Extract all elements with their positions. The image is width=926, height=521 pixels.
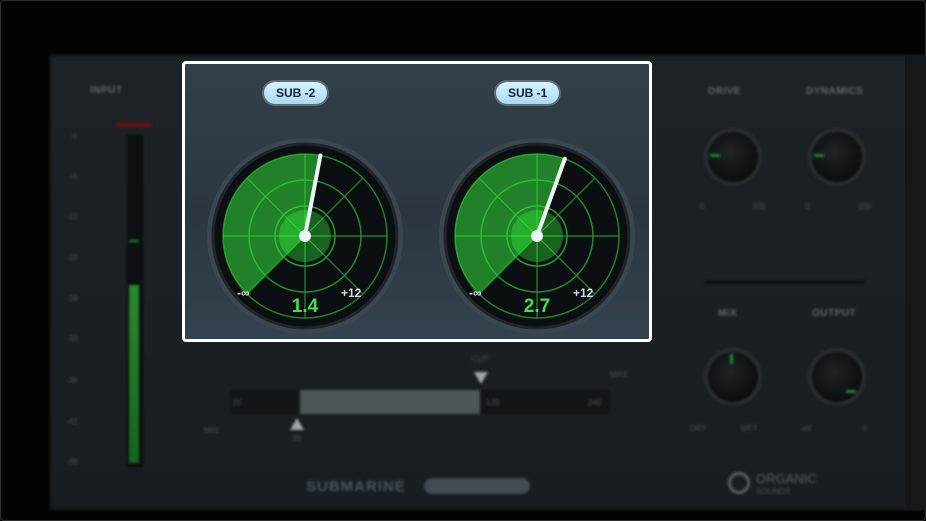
input-scale-tick: -48 (66, 457, 78, 466)
brand-logo-icon (728, 472, 750, 494)
sub-2-value: 1.4 (291, 296, 319, 317)
sub-1-value: 2.7 (523, 296, 551, 317)
sub-2-min-label: -∞ (237, 286, 250, 300)
dynamics-label: DYNAMICS (806, 86, 864, 97)
low-marker-label: 30 (292, 434, 301, 443)
cutoff-handle-icon[interactable] (474, 372, 488, 384)
input-scale-tick: -36 (66, 376, 78, 385)
mix-knob[interactable] (708, 352, 758, 402)
sub-1-tag: SUB -1 (496, 82, 560, 104)
input-meter-fill (129, 285, 139, 463)
input-label: INPUT (90, 85, 123, 96)
product-name: SUBMARINE (306, 478, 406, 495)
slider-label: 120 (486, 398, 500, 407)
input-scale-tick: -18 (66, 253, 78, 262)
mix-label: MIX (718, 308, 738, 319)
input-scale-tick: -42 (66, 417, 78, 426)
right-edge-panel (905, 55, 926, 510)
input-scale-tick: -12 (66, 212, 78, 221)
section-divider (705, 280, 865, 284)
output-label: OUTPUT (812, 308, 857, 319)
slider-label: 80 (430, 398, 439, 407)
drive-label: DRIVE (708, 86, 742, 97)
mix-min: DRY (690, 424, 707, 433)
slider-min-label: MIN (204, 426, 219, 435)
dynamics-knob[interactable] (812, 132, 862, 182)
input-peak-indicator (116, 122, 152, 127)
input-scale-tick: -24 (66, 294, 78, 303)
drive-min: 0 (700, 202, 705, 211)
output-knob[interactable] (812, 352, 862, 402)
submarine-logo-icon (424, 478, 530, 494)
dynamics-max: 100 (858, 202, 872, 211)
low-handle-icon[interactable] (290, 418, 304, 430)
drive-max: 100 (752, 202, 766, 211)
drive-knob[interactable] (708, 132, 758, 182)
dynamics-min: 0 (805, 202, 810, 211)
input-scale-tick: -6 (70, 172, 78, 181)
slider-label: 40 (330, 398, 339, 407)
output-max: 0 (862, 424, 867, 433)
sub-2-tag: SUB -2 (264, 82, 328, 104)
input-meter-hold (129, 240, 139, 242)
slider-label: 240 (588, 398, 602, 407)
brand-sub: SOUNDS (756, 487, 791, 496)
brand-name: ORGANIC (756, 471, 817, 486)
output-min: -inf (800, 424, 812, 433)
sub-1-min-label: -∞ (469, 286, 482, 300)
input-scale-tick: -30 (66, 334, 78, 343)
slider-label: 60 (390, 398, 399, 407)
sub-meters-highlight: SUB -2 0 -∞ +12 1.4 SUB -1 0 -∞ +12 (182, 61, 652, 342)
slider-max-label: MAX (610, 370, 628, 379)
mix-max: WET (740, 424, 758, 433)
slider-label: 20 (232, 398, 241, 407)
cutoff-label: CUT (472, 355, 489, 364)
input-scale-tick: 0 (72, 132, 77, 141)
